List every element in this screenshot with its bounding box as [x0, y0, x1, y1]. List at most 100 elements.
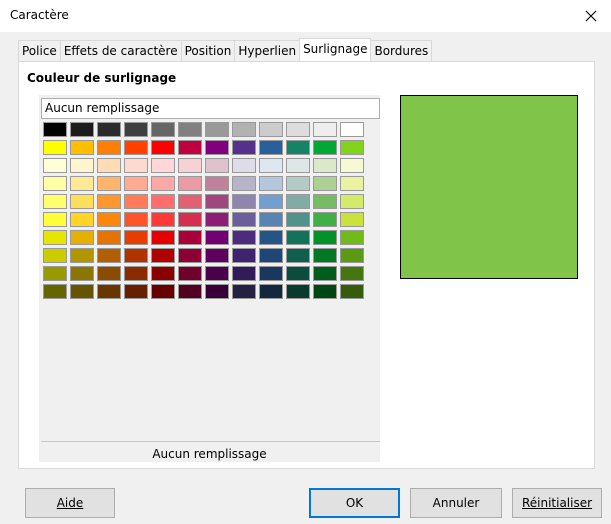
color-swatch[interactable] [124, 212, 148, 227]
color-swatch[interactable] [124, 140, 148, 155]
color-swatch[interactable] [259, 140, 283, 155]
color-swatch[interactable] [97, 284, 121, 299]
color-swatch[interactable] [259, 194, 283, 209]
color-swatch[interactable] [313, 122, 337, 137]
color-swatch[interactable] [97, 158, 121, 173]
color-swatch[interactable] [259, 284, 283, 299]
color-swatch[interactable] [232, 248, 256, 263]
color-swatch[interactable] [97, 212, 121, 227]
color-swatch[interactable] [124, 158, 148, 173]
color-swatch[interactable] [178, 122, 202, 137]
color-swatch[interactable] [151, 140, 175, 155]
color-swatch[interactable] [43, 122, 67, 137]
close-button[interactable] [571, 0, 611, 32]
color-swatch[interactable] [232, 194, 256, 209]
color-swatch[interactable] [70, 266, 94, 281]
color-swatch[interactable] [232, 230, 256, 245]
color-swatch[interactable] [313, 194, 337, 209]
color-swatch[interactable] [124, 266, 148, 281]
color-swatch[interactable] [70, 122, 94, 137]
color-swatch[interactable] [340, 230, 364, 245]
color-swatch[interactable] [286, 230, 310, 245]
color-swatch[interactable] [178, 284, 202, 299]
color-swatch[interactable] [97, 140, 121, 155]
color-swatch[interactable] [151, 158, 175, 173]
color-swatch[interactable] [43, 194, 67, 209]
color-swatch[interactable] [259, 158, 283, 173]
color-swatch[interactable] [340, 122, 364, 137]
color-swatch[interactable] [43, 248, 67, 263]
color-swatch[interactable] [286, 266, 310, 281]
color-swatch[interactable] [232, 284, 256, 299]
color-swatch[interactable] [232, 140, 256, 155]
color-swatch[interactable] [313, 230, 337, 245]
color-swatch[interactable] [97, 194, 121, 209]
no-fill-button[interactable]: Aucun remplissage [41, 98, 380, 119]
color-swatch[interactable] [151, 176, 175, 191]
color-swatch[interactable] [70, 158, 94, 173]
color-swatch[interactable] [70, 284, 94, 299]
color-swatch[interactable] [178, 266, 202, 281]
color-swatch[interactable] [205, 284, 229, 299]
color-swatch[interactable] [70, 212, 94, 227]
color-swatch[interactable] [178, 212, 202, 227]
color-swatch[interactable] [151, 122, 175, 137]
color-swatch[interactable] [97, 230, 121, 245]
tab-surlignage[interactable]: Surlignage [299, 38, 372, 61]
color-swatch[interactable] [151, 284, 175, 299]
color-swatch[interactable] [286, 194, 310, 209]
reset-button[interactable]: Réinitialiser [512, 488, 602, 518]
color-swatch[interactable] [205, 212, 229, 227]
color-swatch[interactable] [43, 284, 67, 299]
color-swatch[interactable] [259, 266, 283, 281]
color-swatch[interactable] [70, 194, 94, 209]
color-swatch[interactable] [205, 122, 229, 137]
color-swatch[interactable] [70, 248, 94, 263]
color-swatch[interactable] [286, 212, 310, 227]
color-swatch[interactable] [43, 266, 67, 281]
color-swatch[interactable] [286, 248, 310, 263]
color-swatch[interactable] [97, 266, 121, 281]
color-swatch[interactable] [340, 158, 364, 173]
tab-police[interactable]: Police [18, 40, 61, 61]
color-swatch[interactable] [259, 212, 283, 227]
color-swatch[interactable] [97, 248, 121, 263]
color-swatch[interactable] [70, 176, 94, 191]
color-swatch[interactable] [286, 284, 310, 299]
color-swatch[interactable] [124, 248, 148, 263]
color-swatch[interactable] [286, 158, 310, 173]
color-swatch[interactable] [259, 248, 283, 263]
color-swatch[interactable] [151, 248, 175, 263]
color-swatch[interactable] [124, 230, 148, 245]
color-swatch[interactable] [178, 176, 202, 191]
help-button[interactable]: Aide [25, 488, 115, 518]
color-swatch[interactable] [340, 212, 364, 227]
color-swatch[interactable] [124, 284, 148, 299]
color-swatch[interactable] [205, 194, 229, 209]
color-swatch[interactable] [313, 158, 337, 173]
color-swatch[interactable] [70, 140, 94, 155]
color-swatch[interactable] [340, 248, 364, 263]
color-swatch[interactable] [313, 266, 337, 281]
color-swatch[interactable] [178, 230, 202, 245]
color-swatch[interactable] [178, 194, 202, 209]
color-swatch[interactable] [205, 248, 229, 263]
color-swatch[interactable] [151, 194, 175, 209]
color-swatch[interactable] [259, 230, 283, 245]
color-swatch[interactable] [151, 266, 175, 281]
color-swatch[interactable] [259, 176, 283, 191]
color-swatch[interactable] [340, 194, 364, 209]
color-swatch[interactable] [340, 140, 364, 155]
color-swatch[interactable] [205, 158, 229, 173]
color-swatch[interactable] [97, 122, 121, 137]
color-swatch[interactable] [313, 284, 337, 299]
color-swatch[interactable] [340, 284, 364, 299]
ok-button[interactable]: OK [309, 488, 400, 518]
color-swatch[interactable] [286, 122, 310, 137]
color-swatch[interactable] [124, 176, 148, 191]
color-swatch[interactable] [178, 248, 202, 263]
color-swatch[interactable] [286, 176, 310, 191]
tab-bordures[interactable]: Bordures [370, 40, 433, 61]
color-swatch[interactable] [97, 176, 121, 191]
color-swatch[interactable] [124, 194, 148, 209]
